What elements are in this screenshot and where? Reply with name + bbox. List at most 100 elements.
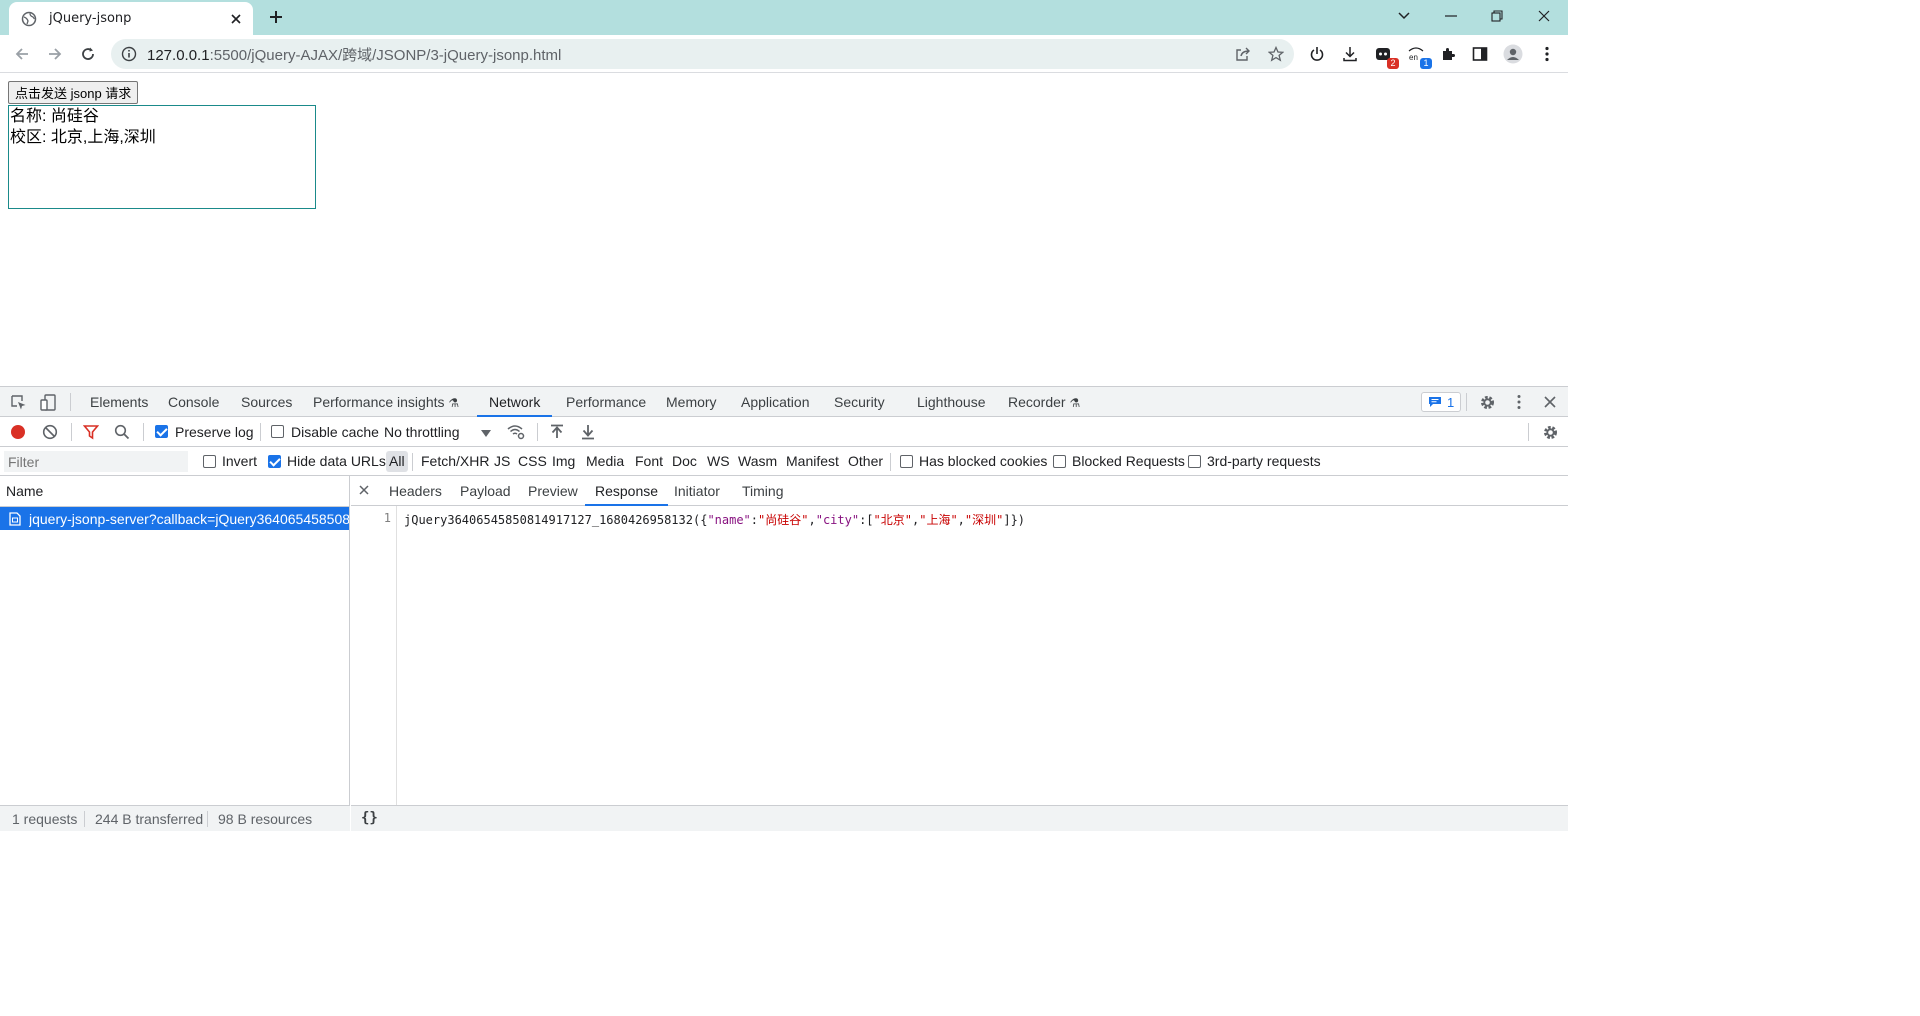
issues-counter[interactable]: 1 <box>1421 392 1462 412</box>
third-party-requests-label: 3rd-party requests <box>1207 453 1321 469</box>
detail-tab-response[interactable]: Response <box>585 476 669 506</box>
tab-console[interactable]: Console <box>168 387 219 417</box>
browser-tab[interactable]: jQuery-jsonp <box>9 2 253 35</box>
filter-type-ws[interactable]: WS <box>704 451 733 472</box>
preserve-log-checkbox[interactable] <box>155 425 168 438</box>
filter-type-js[interactable]: JS <box>491 451 513 472</box>
toolbar-separator <box>1528 423 1529 441</box>
tab-application[interactable]: Application <box>741 387 810 417</box>
filter-type-other[interactable]: Other <box>845 451 886 472</box>
network-conditions-icon[interactable] <box>507 423 525 441</box>
detail-footer: {} <box>351 805 1568 831</box>
translate-extension-label: en <box>1409 53 1418 62</box>
request-row[interactable]: jquery-jsonp-server?callback=jQuery36406… <box>0 507 349 530</box>
json-city-3: "深圳" <box>964 513 1004 527</box>
toolbar-separator <box>71 423 72 441</box>
tab-lighthouse[interactable]: Lighthouse <box>917 387 986 417</box>
hide-data-urls-checkbox[interactable] <box>268 455 281 468</box>
filter-type-doc[interactable]: Doc <box>669 451 700 472</box>
device-toolbar-icon[interactable] <box>39 393 57 411</box>
tab-sources[interactable]: Sources <box>241 387 292 417</box>
record-stop-icon[interactable] <box>9 423 27 441</box>
close-detail-icon[interactable] <box>359 481 369 499</box>
tab-performance-insights[interactable]: Performance insights ⚗ <box>313 387 459 417</box>
tab-network[interactable]: Network <box>477 387 553 417</box>
tab-recorder[interactable]: Recorder ⚗ <box>1008 387 1080 417</box>
share-icon[interactable] <box>1234 45 1252 63</box>
has-blocked-cookies-label: Has blocked cookies <box>919 453 1048 469</box>
detail-tab-payload[interactable]: Payload <box>460 476 511 506</box>
browser-menu-icon[interactable] <box>1537 44 1557 64</box>
has-blocked-cookies-checkbox[interactable] <box>900 455 913 468</box>
blocked-requests-checkbox[interactable] <box>1053 455 1066 468</box>
json-value-name: "尚硅谷" <box>758 513 809 527</box>
resources-size: 98 B resources <box>218 811 313 827</box>
send-jsonp-request-button[interactable]: 点击发送 jsonp 请求 <box>8 81 139 104</box>
address-bar[interactable]: 127.0.0.1:5500/jQuery-AJAX/跨域/JSONP/3-jQ… <box>111 39 1294 69</box>
filter-type-fetch-xhr[interactable]: Fetch/XHR <box>418 451 492 472</box>
third-party-requests-checkbox[interactable] <box>1188 455 1201 468</box>
invert-checkbox[interactable] <box>203 455 216 468</box>
back-arrow-icon[interactable] <box>9 41 35 67</box>
detail-tab-headers[interactable]: Headers <box>389 476 442 506</box>
clear-log-icon[interactable] <box>41 423 59 441</box>
response-body[interactable]: jQuery36406545850814917127_1680426958132… <box>404 511 1025 528</box>
filter-funnel-icon[interactable] <box>82 423 100 441</box>
devtools-tab-separator <box>70 393 71 411</box>
detail-tab-initiator[interactable]: Initiator <box>674 476 720 506</box>
settings-gear-icon[interactable] <box>1478 393 1496 411</box>
filter-input[interactable] <box>4 451 188 472</box>
blocked-requests-label: Blocked Requests <box>1072 453 1185 469</box>
side-panel-icon[interactable] <box>1470 44 1490 64</box>
detail-tab-preview[interactable]: Preview <box>528 476 578 506</box>
export-har-icon[interactable] <box>579 423 597 441</box>
reload-icon[interactable] <box>75 41 101 67</box>
filter-type-css[interactable]: CSS <box>515 451 550 472</box>
browser-toolbar: 127.0.0.1:5500/jQuery-AJAX/跨域/JSONP/3-jQ… <box>0 35 1568 73</box>
filter-type-all[interactable]: All <box>386 451 408 472</box>
filter-type-manifest[interactable]: Manifest <box>783 451 842 472</box>
import-har-icon[interactable] <box>548 423 566 441</box>
tab-memory[interactable]: Memory <box>666 387 717 417</box>
tab-performance[interactable]: Performance <box>566 387 646 417</box>
extensions-puzzle-icon[interactable] <box>1438 44 1458 64</box>
tab-elements[interactable]: Elements <box>90 387 148 417</box>
close-window-icon[interactable] <box>1530 4 1558 28</box>
pretty-print-button[interactable]: {} <box>361 810 378 826</box>
name-column-header: Name <box>6 483 44 499</box>
forward-arrow-icon[interactable] <box>42 41 68 67</box>
result-name-line: 名称: 尚硅谷 <box>10 108 99 125</box>
site-info-icon[interactable] <box>121 46 137 62</box>
detail-tab-timing[interactable]: Timing <box>742 476 784 506</box>
bookmark-star-icon[interactable] <box>1267 45 1285 63</box>
filter-separator <box>412 453 413 471</box>
extension-badge-icon[interactable]: 2 <box>1373 44 1399 69</box>
close-devtools-icon[interactable] <box>1541 393 1559 411</box>
close-tab-icon[interactable] <box>228 11 244 27</box>
request-list-header[interactable]: Name <box>0 476 350 507</box>
search-icon[interactable] <box>113 423 131 441</box>
inspect-element-icon[interactable] <box>9 393 27 411</box>
result-box: 名称: 尚硅谷 校区: 北京,上海,深圳 <box>8 105 316 209</box>
power-extension-icon[interactable] <box>1307 44 1327 64</box>
download-icon[interactable] <box>1340 44 1360 64</box>
filter-type-wasm[interactable]: Wasm <box>735 451 780 472</box>
network-summary-bar: 1 requests 244 B transferred 98 B resour… <box>0 805 350 831</box>
filter-type-media[interactable]: Media <box>583 451 627 472</box>
filter-type-font[interactable]: Font <box>632 451 666 472</box>
translate-extension-icon[interactable]: en 1 <box>1406 44 1432 69</box>
tab-security[interactable]: Security <box>834 387 885 417</box>
new-tab-button[interactable] <box>264 6 288 30</box>
minimize-window-icon[interactable] <box>1437 4 1465 28</box>
issues-count: 1 <box>1447 394 1455 410</box>
network-filter-bar: Invert Hide data URLs All Fetch/XHR JS C… <box>0 447 1568 476</box>
tab-search-chevron-icon[interactable] <box>1390 4 1418 28</box>
disable-cache-checkbox[interactable] <box>271 425 284 438</box>
translate-badge-count: 1 <box>1420 58 1432 69</box>
filter-type-img[interactable]: Img <box>549 451 578 472</box>
throttling-select[interactable]: No throttling <box>384 424 494 442</box>
profile-avatar-icon[interactable] <box>1503 44 1523 64</box>
network-settings-gear-icon[interactable] <box>1541 423 1559 441</box>
devtools-menu-icon[interactable] <box>1510 393 1528 411</box>
restore-window-icon[interactable] <box>1483 4 1511 28</box>
